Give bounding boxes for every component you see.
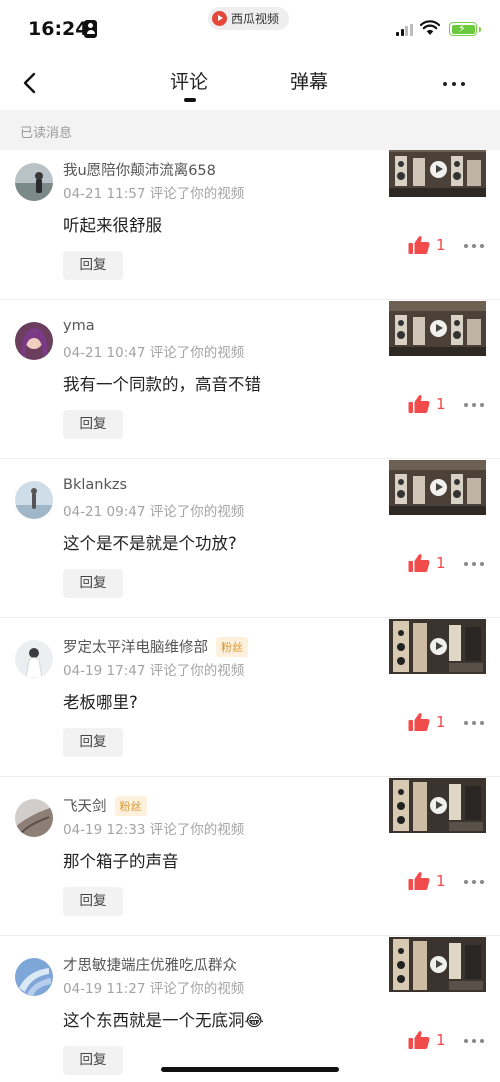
- like-button[interactable]: 1: [408, 235, 446, 255]
- like-count: 1: [436, 872, 446, 890]
- comment-meta: 04-21 09:47 评论了你的视频: [63, 504, 245, 520]
- like-button[interactable]: 1: [408, 394, 446, 414]
- nav-bar: 评论 弹幕: [0, 58, 500, 110]
- comment-item[interactable]: 罗定太平洋电脑维修部 粉丝 04-19 17:47 评论了你的视频 老板哪里? …: [0, 618, 500, 777]
- comment-more-button[interactable]: [464, 561, 484, 567]
- like-count: 1: [436, 554, 446, 572]
- play-icon: [430, 320, 447, 337]
- avatar[interactable]: [15, 481, 53, 519]
- play-icon: [430, 479, 447, 496]
- username[interactable]: Bklankzs: [63, 477, 127, 493]
- reply-button[interactable]: 回复: [63, 728, 123, 757]
- tab-comments[interactable]: 评论: [170, 67, 208, 94]
- video-thumbnail[interactable]: [389, 778, 486, 833]
- username[interactable]: 飞天剑: [63, 795, 107, 816]
- like-button[interactable]: 1: [408, 712, 446, 732]
- comment-text: 这个东西就是一个无底洞😂: [63, 1011, 264, 1030]
- comment-more-button[interactable]: [464, 1038, 484, 1044]
- comment-text: 这个是不是就是个功放?: [63, 534, 237, 553]
- comment-more-button[interactable]: [464, 402, 484, 408]
- video-thumbnail[interactable]: [389, 619, 486, 674]
- fan-badge: 粉丝: [114, 795, 147, 816]
- play-icon: [430, 797, 447, 814]
- username[interactable]: 罗定太平洋电脑维修部: [63, 636, 208, 657]
- active-tab-indicator: [184, 98, 196, 102]
- comment-meta: 04-19 17:47 评论了你的视频: [63, 663, 245, 679]
- reply-button[interactable]: 回复: [63, 569, 123, 598]
- back-arrow-icon[interactable]: [18, 70, 44, 96]
- username[interactable]: 才思敏捷端庄优雅吃瓜群众: [63, 954, 237, 975]
- reply-button[interactable]: 回复: [63, 1046, 123, 1075]
- username[interactable]: yma: [63, 318, 95, 334]
- thumbs-up-icon: [408, 236, 430, 254]
- tab-danmaku[interactable]: 弹幕: [290, 67, 328, 94]
- home-indicator[interactable]: [161, 1067, 339, 1072]
- more-options-button[interactable]: [443, 72, 465, 96]
- like-count: 1: [436, 236, 446, 254]
- app-name: 西瓜视频: [231, 12, 280, 26]
- comment-item[interactable]: yma 04-21 10:47 评论了你的视频 我有一个同款的，高音不错 回复: [0, 300, 500, 459]
- like-button[interactable]: 1: [408, 871, 446, 891]
- read-messages-header: 已读消息: [0, 110, 500, 150]
- comment-text: 听起来很舒服: [63, 216, 162, 235]
- status-time: 16:24: [28, 18, 89, 40]
- wifi-icon: [420, 20, 440, 35]
- comment-meta: 04-21 10:47 评论了你的视频: [63, 345, 245, 361]
- fan-badge: 粉丝: [216, 636, 248, 657]
- video-thumbnail[interactable]: [389, 150, 486, 197]
- signal-icon: [396, 24, 413, 36]
- video-thumbnail[interactable]: [389, 937, 486, 992]
- thumbs-up-icon: [408, 872, 430, 890]
- avatar[interactable]: [15, 640, 53, 678]
- like-count: 1: [436, 1031, 446, 1049]
- like-count: 1: [436, 395, 446, 413]
- play-icon: [430, 161, 447, 178]
- avatar[interactable]: [15, 958, 53, 996]
- avatar[interactable]: [15, 322, 53, 360]
- comment-text: 我有一个同款的，高音不错: [63, 375, 261, 394]
- play-icon: [430, 956, 447, 973]
- username[interactable]: 我u愿陪你颠沛流离658: [63, 159, 216, 180]
- thumbs-up-icon: [408, 1031, 430, 1049]
- comment-list[interactable]: 我u愿陪你颠沛流离658 04-21 11:57 评论了你的视频 听起来很舒服 …: [0, 150, 500, 1082]
- status-bar: 16:24 西瓜视频 ⚡: [0, 0, 500, 58]
- avatar[interactable]: [15, 163, 53, 201]
- comment-more-button[interactable]: [464, 879, 484, 885]
- comment-more-button[interactable]: [464, 243, 484, 249]
- thumbs-up-icon: [408, 554, 430, 572]
- comment-item[interactable]: Bklankzs 04-21 09:47 评论了你的视频 这个是不是就是个功放?…: [0, 459, 500, 618]
- comment-meta: 04-19 12:33 评论了你的视频: [63, 822, 245, 838]
- comment-item[interactable]: 才思敏捷端庄优雅吃瓜群众 04-19 11:27 评论了你的视频 这个东西就是一…: [0, 936, 500, 1082]
- video-thumbnail[interactable]: [389, 460, 486, 515]
- reply-button[interactable]: 回复: [63, 410, 123, 439]
- thumbs-up-icon: [408, 713, 430, 731]
- section-title: 已读消息: [20, 126, 73, 141]
- thumbs-up-icon: [408, 395, 430, 413]
- battery-icon: ⚡: [449, 22, 481, 36]
- reply-button[interactable]: 回复: [63, 887, 123, 916]
- video-thumbnail[interactable]: [389, 301, 486, 356]
- comment-meta: 04-19 11:27 评论了你的视频: [63, 981, 245, 997]
- like-button[interactable]: 1: [408, 553, 446, 573]
- avatar[interactable]: [15, 799, 53, 837]
- like-button[interactable]: 1: [408, 1030, 446, 1050]
- comment-item[interactable]: 飞天剑 粉丝 04-19 12:33 评论了你的视频 那个箱子的声音 回复 1: [0, 777, 500, 936]
- app-logo-icon: [212, 11, 227, 26]
- comment-meta: 04-21 11:57 评论了你的视频: [63, 186, 245, 202]
- comment-more-button[interactable]: [464, 720, 484, 726]
- comment-text: 那个箱子的声音: [63, 852, 179, 871]
- like-count: 1: [436, 713, 446, 731]
- person-icon: [84, 20, 97, 38]
- app-indicator[interactable]: 西瓜视频: [208, 7, 290, 30]
- reply-button[interactable]: 回复: [63, 251, 123, 280]
- comment-item[interactable]: 我u愿陪你颠沛流离658 04-21 11:57 评论了你的视频 听起来很舒服 …: [0, 150, 500, 300]
- comment-text: 老板哪里?: [63, 693, 138, 712]
- play-icon: [430, 638, 447, 655]
